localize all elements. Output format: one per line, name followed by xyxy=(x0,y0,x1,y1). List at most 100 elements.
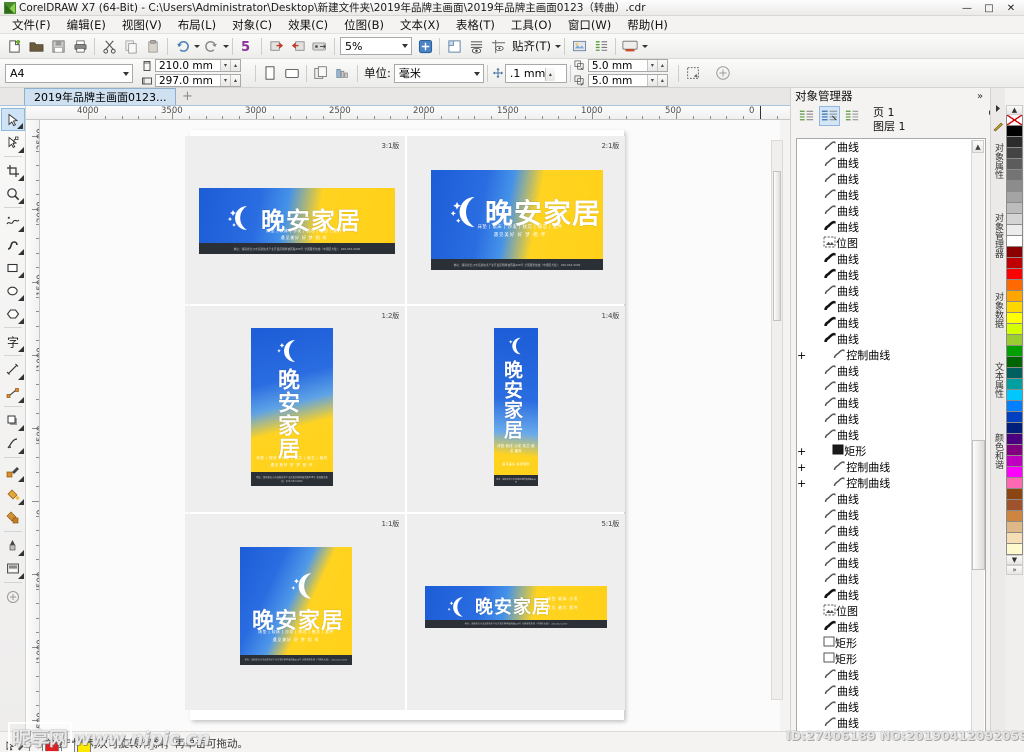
object-list-row[interactable]: 曲线 xyxy=(797,555,985,571)
object-list-row[interactable]: + 控制曲线 xyxy=(797,459,985,475)
flyout-arrow-icon[interactable] xyxy=(17,272,24,278)
object-list-row[interactable]: 曲线 xyxy=(797,587,985,603)
zoom-to-fit-button[interactable] xyxy=(414,36,436,57)
edit-page-layout-button[interactable] xyxy=(682,63,704,84)
object-styles-button[interactable] xyxy=(590,36,612,57)
object-list-row[interactable]: 曲线 xyxy=(797,219,985,235)
flyout-arrow-icon[interactable] xyxy=(17,226,24,232)
artwork-banner-5to1[interactable]: 晚安家居 床垫 软床 沙发 枕芯 被芯 套件 地址：湖南省长沙市高新技术产业开发… xyxy=(425,586,607,628)
quick-add-button[interactable] xyxy=(712,63,734,84)
flyout-arrow-icon[interactable] xyxy=(17,397,24,403)
all-pages-button[interactable] xyxy=(310,63,332,84)
object-list-row[interactable]: 曲线 xyxy=(797,139,985,155)
expand-toggle-icon[interactable]: + xyxy=(797,477,806,490)
menu-view[interactable]: 视图(V) xyxy=(114,17,170,34)
shape-tool[interactable] xyxy=(1,131,25,154)
object-list-row[interactable]: + 矩形 xyxy=(797,443,985,459)
canvas-vertical-scrollbar[interactable] xyxy=(771,140,783,700)
undo-button[interactable] xyxy=(171,36,193,57)
fill-color-swatch[interactable] xyxy=(29,742,43,752)
polygon-tool[interactable] xyxy=(1,302,25,325)
artboard-1to1[interactable]: 1:1版 晚安家居 床垫 | 软床 | 沙发 | 枕芯 | 被芯 | 套件 遇见… xyxy=(185,514,405,710)
palette-swatch[interactable] xyxy=(1006,511,1023,522)
show-hide-guides-button[interactable] xyxy=(487,36,509,57)
artwork-poster-1to2[interactable]: 晚安家居 床垫 | 软床 | 沙发 | 枕芯 | 被芯 | 套件 遇见美好 好 … xyxy=(251,328,333,486)
page-height-field[interactable]: 297.0 mm ▾ ▴ xyxy=(155,74,241,87)
palette-scroll-up-button[interactable]: ▲ xyxy=(1006,105,1023,115)
object-list-row[interactable]: 曲线 xyxy=(797,683,985,699)
object-list-row[interactable]: 矩形 xyxy=(797,651,985,667)
palette-swatch[interactable] xyxy=(1006,170,1023,181)
menu-layout[interactable]: 布局(L) xyxy=(170,17,224,34)
palette-swatch[interactable] xyxy=(1006,181,1023,192)
export-button[interactable] xyxy=(287,36,309,57)
palette-swatch[interactable] xyxy=(1006,390,1023,401)
palette-swatch[interactable] xyxy=(1006,423,1023,434)
color-palette[interactable]: ▲ ▼» xyxy=(1005,105,1024,731)
palette-swatch[interactable] xyxy=(1006,500,1023,511)
new-document-tab-button[interactable]: + xyxy=(176,88,198,105)
palette-swatch[interactable] xyxy=(1006,236,1023,247)
open-document-button[interactable] xyxy=(25,36,47,57)
flyout-arrow-icon[interactable] xyxy=(17,318,24,324)
palette-swatch[interactable] xyxy=(1006,401,1023,412)
document-tab[interactable]: 2019年品牌主画面0123... xyxy=(24,88,177,105)
artwork-poster-1to4[interactable]: 晚安家居 床垫 软床 沙发 枕芯 被芯 套件 遇见美好 好梦相伴 地址：湖南省长… xyxy=(494,328,538,486)
object-list-row[interactable]: 曲线 xyxy=(797,619,985,635)
save-document-button[interactable] xyxy=(47,36,69,57)
palette-swatch[interactable] xyxy=(1006,313,1023,324)
crop-tool[interactable] xyxy=(1,159,25,182)
chevron-down-icon[interactable] xyxy=(402,44,408,48)
palette-scroll-down-button[interactable]: ▼ xyxy=(1006,555,1023,565)
outline-pen-tool[interactable] xyxy=(1,534,25,557)
object-list-row[interactable]: + 控制曲线 xyxy=(797,475,985,491)
palette-swatch[interactable] xyxy=(1006,302,1023,313)
palette-swatch[interactable] xyxy=(1006,335,1023,346)
menu-effects[interactable]: 效果(C) xyxy=(280,17,336,34)
palette-swatch[interactable] xyxy=(1006,148,1023,159)
duplicate-x-spinner[interactable]: ▾ ▴ xyxy=(646,60,667,71)
flyout-arrow-icon[interactable] xyxy=(17,573,24,579)
palette-swatch[interactable] xyxy=(1006,544,1023,555)
object-list-row[interactable]: 曲线 xyxy=(797,267,985,283)
transparency-tool[interactable] xyxy=(1,432,25,455)
object-list-row[interactable]: 曲线 xyxy=(797,507,985,523)
object-list-row[interactable]: 曲线 xyxy=(797,395,985,411)
import-button[interactable] xyxy=(265,36,287,57)
palette-swatch[interactable] xyxy=(1006,126,1023,137)
portrait-orientation-button[interactable] xyxy=(259,63,281,84)
object-list-row[interactable]: 曲线 xyxy=(797,379,985,395)
page-height-spinner[interactable]: ▾ ▴ xyxy=(220,75,240,86)
menu-edit[interactable]: 编辑(E) xyxy=(59,17,114,34)
smart-fill-tool[interactable] xyxy=(1,506,25,529)
paper-size-combo[interactable]: A4 xyxy=(5,63,133,83)
artistic-media-tool[interactable] xyxy=(1,233,25,256)
palette-swatch[interactable] xyxy=(1006,489,1023,500)
duplicate-x-field[interactable]: 5.0 mm ▾ ▴ xyxy=(587,59,668,72)
flyout-arrow-icon[interactable] xyxy=(16,123,23,129)
palette-swatch[interactable] xyxy=(1006,456,1023,467)
tertiary-color-swatch[interactable] xyxy=(77,742,91,752)
object-list-row[interactable]: 曲线 xyxy=(797,251,985,267)
zoom-tool[interactable] xyxy=(1,182,25,205)
horizontal-ruler[interactable]: 4000 3500 3000 2500 2000 1500 1000 500 0 xyxy=(26,106,790,120)
flyout-arrow-icon[interactable] xyxy=(17,175,24,181)
palette-swatch[interactable] xyxy=(1006,280,1023,291)
menu-table[interactable]: 表格(T) xyxy=(448,17,503,34)
expand-toggle-icon[interactable]: + xyxy=(797,445,806,458)
paste-button[interactable] xyxy=(142,36,164,57)
close-button[interactable]: ✕ xyxy=(1000,1,1022,15)
flyout-arrow-icon[interactable] xyxy=(17,346,24,352)
object-list-row[interactable]: 曲线 xyxy=(797,667,985,683)
landscape-orientation-button[interactable] xyxy=(281,63,303,84)
menu-file[interactable]: 文件(F) xyxy=(4,17,59,34)
flyout-arrow-icon[interactable] xyxy=(17,374,24,380)
options-button[interactable] xyxy=(568,36,590,57)
launcher-dropdown-icon[interactable] xyxy=(642,44,648,48)
object-list-row[interactable]: 矩形 xyxy=(797,635,985,651)
corel-connect-button[interactable]: 5 xyxy=(236,36,258,57)
object-list-row[interactable]: 曲线 xyxy=(797,523,985,539)
nudge-spinner[interactable]: ▴ xyxy=(544,67,565,81)
menu-bitmap[interactable]: 位图(B) xyxy=(336,17,392,34)
object-list-row[interactable]: 曲线 xyxy=(797,363,985,379)
